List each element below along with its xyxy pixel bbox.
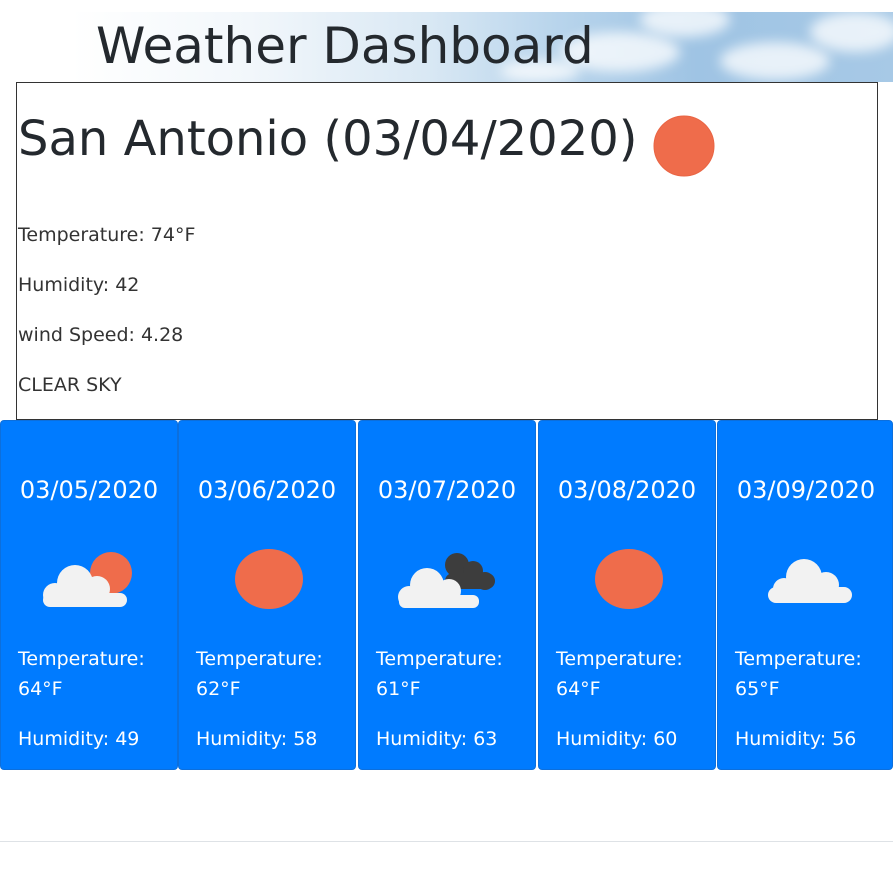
sun-icon (653, 115, 715, 177)
sky-cloud (810, 12, 893, 52)
page-header: Weather Dashboard (0, 12, 893, 82)
forecast-date: 03/08/2020 (557, 476, 697, 504)
forecast-temp-label: Temperature: (556, 648, 683, 670)
forecast-temp-value: 65°F (735, 678, 780, 700)
forecast-temp-label: Temperature: (18, 648, 145, 670)
forecast-date: 03/09/2020 (736, 476, 876, 504)
forecast-temp-value: 64°F (556, 678, 601, 700)
forecast-temp-label: Temperature: (735, 648, 862, 670)
current-temperature: Temperature: 74°F (18, 224, 196, 246)
partly-cloudy-icon (43, 552, 132, 607)
forecast-row: 03/05/2020 Temperature: 64°F Humidity: 4… (0, 420, 893, 772)
forecast-card: 03/06/2020 Temperature: 62°F Humidity: 5… (178, 420, 356, 770)
forecast-temp-value: 61°F (376, 678, 421, 700)
top-strip (0, 0, 893, 12)
forecast-humidity: Humidity: 58 (196, 728, 318, 750)
forecast-temp-value: 64°F (18, 678, 63, 700)
current-description: CLEAR SKY (18, 374, 122, 396)
forecast-temp-label: Temperature: (196, 648, 323, 670)
forecast-humidity: Humidity: 60 (556, 728, 678, 750)
forecast-humidity: Humidity: 56 (735, 728, 857, 750)
forecast-date: 03/06/2020 (197, 476, 337, 504)
page-title: Weather Dashboard (96, 17, 594, 75)
city-title: San Antonio (03/04/2020) (18, 111, 638, 167)
broken-clouds-icon (398, 553, 495, 608)
current-wind-speed: wind Speed: 4.28 (18, 324, 184, 346)
sky-cloud (720, 42, 830, 80)
forecast-temp-label: Temperature: (376, 648, 503, 670)
forecast-card: 03/08/2020 Temperature: 64°F Humidity: 6… (538, 420, 716, 770)
forecast-humidity: Humidity: 49 (18, 728, 140, 750)
forecast-card: 03/09/2020 Temperature: 65°F Humidity: 5… (717, 420, 893, 770)
sun-icon (595, 549, 663, 609)
current-weather-panel: San Antonio (03/04/2020) Temperature: 74… (16, 82, 878, 420)
forecast-date: 03/05/2020 (19, 476, 159, 504)
sky-cloud (640, 12, 730, 37)
cloud-icon (768, 559, 852, 603)
forecast-card: 03/07/2020 Temperature: 61°F Humidity: 6… (358, 420, 536, 770)
forecast-date: 03/07/2020 (377, 476, 517, 504)
footer-divider (0, 841, 893, 842)
forecast-humidity: Humidity: 63 (376, 728, 498, 750)
forecast-temp-value: 62°F (196, 678, 241, 700)
current-humidity: Humidity: 42 (18, 274, 140, 296)
forecast-card: 03/05/2020 Temperature: 64°F Humidity: 4… (0, 420, 178, 770)
sun-icon (235, 549, 303, 609)
